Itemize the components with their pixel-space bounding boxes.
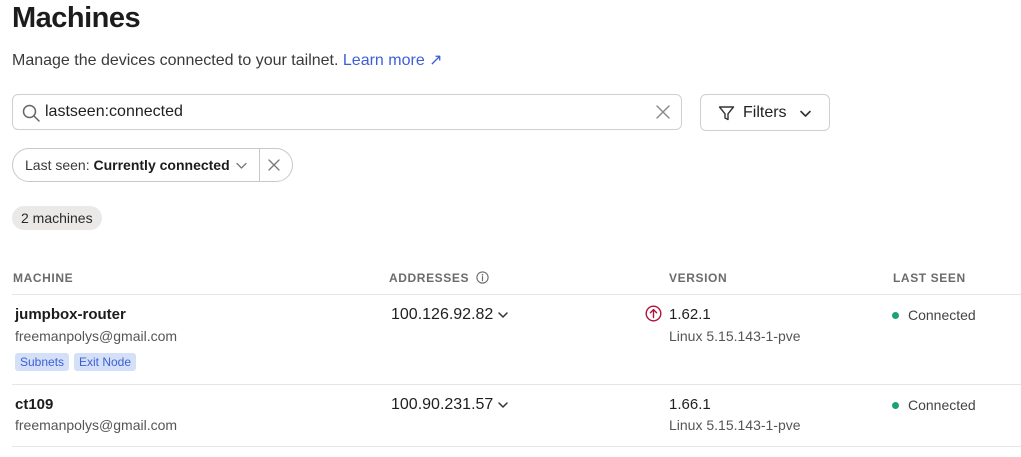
machine-status: Connected [908, 307, 976, 323]
machine-status: Connected [908, 397, 976, 413]
addresses-header-label: ADDRESSES [389, 271, 470, 285]
column-header-version[interactable]: VERSION [669, 271, 727, 285]
filter-chip-dropdown[interactable]: Last seen: Currently connected [13, 149, 259, 181]
machine-version: 1.66.1 [669, 396, 711, 413]
machine-address: 100.126.92.82 [391, 306, 494, 323]
tag-subnets: Subnets [15, 353, 70, 371]
machine-version: 1.62.1 [669, 306, 711, 323]
header-divider [12, 294, 1021, 295]
active-filter-chip: Last seen: Currently connected [12, 148, 293, 182]
column-header-last-seen[interactable]: LAST SEEN [893, 271, 966, 285]
machine-name[interactable]: ct109 [15, 396, 53, 413]
machine-owner: freemanpolys@gmail.com [15, 328, 178, 344]
arrow-up-circle-icon[interactable] [645, 305, 662, 322]
column-header-addresses[interactable]: ADDRESSES [389, 271, 489, 285]
machine-owner: freemanpolys@gmail.com [15, 417, 178, 433]
subtitle-text: Manage the devices connected to your tai… [12, 52, 339, 69]
filter-chip-value: Currently connected [93, 157, 230, 173]
machine-os: Linux 5.15.143-1-pve [669, 417, 801, 433]
filter-chip-key: Last seen: [25, 157, 90, 173]
search-bar [12, 94, 682, 130]
search-icon [22, 104, 40, 122]
filter-icon [718, 106, 735, 121]
close-icon[interactable] [655, 104, 671, 120]
machine-name[interactable]: jumpbox-router [15, 306, 126, 323]
tag-exit-node: Exit Node [74, 353, 137, 371]
row-divider [12, 384, 1021, 385]
address-dropdown[interactable]: 100.126.92.82 [391, 306, 509, 324]
machine-address: 100.90.231.57 [391, 396, 494, 413]
address-dropdown[interactable]: 100.90.231.57 [391, 396, 509, 414]
status-dot-icon [892, 312, 899, 319]
chevron-down-icon [498, 402, 509, 408]
filters-button[interactable]: Filters [700, 94, 830, 131]
chevron-down-icon [498, 312, 509, 318]
status-dot-icon [892, 402, 899, 409]
remove-filter-icon[interactable] [267, 158, 281, 172]
row-divider [12, 446, 1021, 447]
filters-label: Filters [743, 104, 787, 121]
machine-count-badge: 2 machines [12, 206, 102, 230]
page-subtitle: Manage the devices connected to your tai… [12, 50, 443, 70]
column-header-machine[interactable]: MACHINE [13, 271, 73, 285]
info-icon[interactable] [476, 271, 489, 284]
learn-more-link[interactable]: Learn more ↗ [343, 52, 443, 69]
chip-divider [259, 149, 260, 181]
chevron-down-icon [800, 110, 811, 117]
machine-os: Linux 5.15.143-1-pve [669, 328, 801, 344]
filter-chip-text: Last seen: Currently connected [25, 157, 230, 173]
search-input[interactable] [45, 100, 645, 124]
page-title: Machines [12, 2, 141, 34]
chevron-down-icon [236, 162, 247, 169]
